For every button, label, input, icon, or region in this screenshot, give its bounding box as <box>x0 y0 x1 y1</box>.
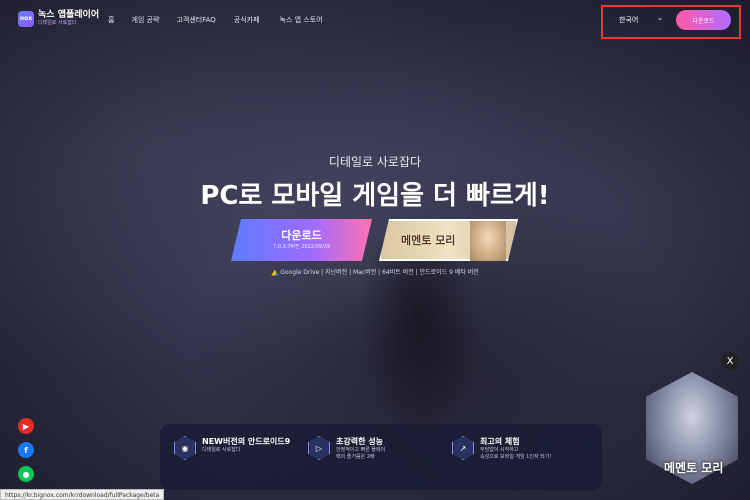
nox-logo-icon: nox <box>18 10 34 27</box>
site-header: nox 녹스 앱플레이어 디테일로 사로잡다 홈 게임 공략 고객센터FAQ 공… <box>0 0 750 40</box>
language-select[interactable]: 한국어 <box>619 15 638 25</box>
previous-version-link[interactable]: 지난버전 <box>325 269 347 276</box>
feature-title: 초강력한 성능 <box>336 437 383 446</box>
logo-name: 녹스 앱플레이어 <box>38 10 100 20</box>
download-button[interactable]: 다운로드 7.0.3.7버전 2022/09/29 <box>231 219 372 261</box>
feature-experience: ↗ 최고의 체험 부담없이 시작하고 속성으로 모바일 게임 1인자 되기! <box>452 436 551 461</box>
status-bar-url: https://kr.bignox.com/kr/download/fullPa… <box>0 489 165 500</box>
feature-desc: 안정적이고 빠른 플레이 <box>336 447 386 453</box>
line-icon[interactable]: ● <box>18 466 34 482</box>
google-drive-icon <box>271 269 279 276</box>
hero-tagline: 디테일로 사로잡다 <box>328 155 422 169</box>
header-download-button[interactable]: 다운로드 <box>676 10 731 30</box>
close-icon[interactable]: X <box>721 352 739 370</box>
nav-item-cafe[interactable]: 공식카페 <box>234 15 260 25</box>
feature-desc: 속성으로 모바일 게임 1인자 되기! <box>480 454 552 460</box>
feature-desc: 부담없이 시작하고 <box>480 447 519 453</box>
nav-item-faq[interactable]: 고객센터FAQ <box>176 15 215 25</box>
feature-desc: 디테일로 사로잡다 <box>202 447 241 453</box>
chart-icon: ↗ <box>452 436 474 460</box>
google-drive-link[interactable]: Google Drive <box>271 269 319 276</box>
chevron-down-icon[interactable]: ⌄ <box>657 14 663 22</box>
logo[interactable]: nox 녹스 앱플레이어 디테일로 사로잡다 <box>18 10 99 27</box>
game-promo-button[interactable]: 메멘토 모리 <box>379 219 518 261</box>
feature-title: NEW버전의 안드로이드9 <box>202 437 291 446</box>
64bit-version-link[interactable]: 64비트 버전 <box>382 269 414 276</box>
download-links: Google Drive | 지난버전 | Mac버전 | 64비트 버전 | … <box>0 267 750 276</box>
logo-subtitle: 디테일로 사로잡다 <box>38 20 77 26</box>
feature-bar: ◉ NEW버전의 안드로이드9 디테일로 사로잡다 ▷ 초강력한 성능 안정적이… <box>160 424 602 490</box>
feature-title: 최고의 체험 <box>480 437 520 446</box>
android9-beta-link[interactable]: 안드로이드 9 베타 버전 <box>420 269 479 276</box>
game-title: 메멘토 모리 <box>401 234 456 247</box>
android-icon: ◉ <box>174 436 196 460</box>
youtube-icon[interactable]: ▶ <box>18 418 34 434</box>
hero-headline: PC로 모바일 게임을 더 빠르게! <box>200 181 550 211</box>
nav-item-game-guide[interactable]: 게임 공략 <box>131 15 159 25</box>
play-icon: ▷ <box>308 436 330 460</box>
mac-version-link[interactable]: Mac버전 <box>353 269 376 276</box>
feature-android9: ◉ NEW버전의 안드로이드9 디테일로 사로잡다 <box>174 436 290 460</box>
feature-performance: ▷ 초강력한 성능 안정적이고 빠른 플레이 렉의 즐거움은 2배 <box>308 436 385 461</box>
facebook-icon[interactable]: f <box>18 442 34 458</box>
version-text: 7.0.3.7버전 2022/09/29 <box>272 244 331 250</box>
game-character-image <box>470 221 506 263</box>
main-nav: 홈 게임 공략 고객센터FAQ 공식카페 녹스 앱 스토어 <box>108 15 323 25</box>
nav-item-home[interactable]: 홈 <box>108 15 114 25</box>
ad-caption: 메멘토 모리 <box>664 461 724 475</box>
feature-desc: 렉의 즐거움은 2배 <box>336 454 375 460</box>
nav-item-app-store[interactable]: 녹스 앱 스토어 <box>280 15 323 25</box>
download-button-label: 다운로드 <box>281 229 322 242</box>
